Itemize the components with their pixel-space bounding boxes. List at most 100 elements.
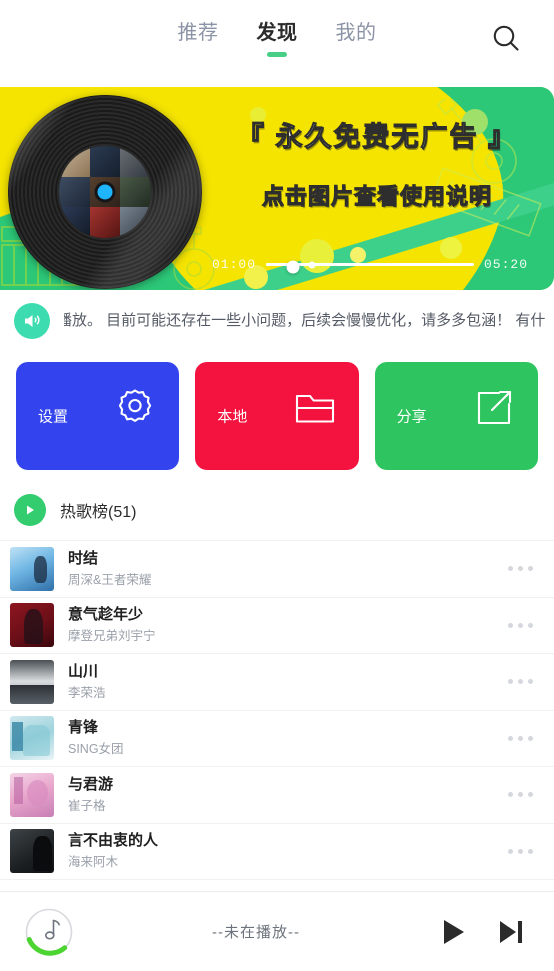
- song-list: 时结 周深&王者荣耀 意气趁年少 摩登兄弟刘宇宁 山川 李荣浩 青锋 SING女…: [0, 540, 554, 880]
- dot: [527, 679, 533, 685]
- song-title: 山川: [68, 662, 99, 680]
- mini-player-bar: --未在播放--: [0, 891, 554, 971]
- banner-title: 『 永久免费无广告 』: [236, 121, 517, 152]
- banner-dot: [440, 237, 462, 259]
- play-icon: [444, 919, 464, 944]
- player-status-text: --未在播放--: [212, 924, 300, 941]
- song-title: 意气趁年少: [68, 606, 144, 624]
- table-row[interactable]: 青锋 SING女团: [0, 710, 554, 767]
- share-card-label: 分享: [396, 408, 427, 426]
- announcement-marquee: 线播放。 目前可能还存在一些小问题，后续会慢慢优化，请多多包涵！ 有什: [64, 309, 554, 333]
- app-root: 推荐 发现 我的 『 永久免费无广告 』 点击图片查看使用说明 01:00 05…: [0, 0, 554, 971]
- song-info: 与君游 崔子格: [54, 775, 500, 815]
- dot: [527, 848, 533, 854]
- settings-card-label: 设置: [38, 408, 69, 426]
- dot: [527, 566, 533, 572]
- music-note-icon: [25, 908, 73, 956]
- player-controls: [438, 917, 532, 947]
- song-artist: 李荣浩: [68, 685, 106, 700]
- song-info: 时结 周深&王者荣耀: [54, 549, 500, 589]
- player-avatar[interactable]: [24, 907, 74, 957]
- local-card[interactable]: 本地: [195, 362, 359, 470]
- hot-chart-header: 热歌榜(51): [0, 470, 554, 540]
- share-icon: [477, 390, 512, 425]
- table-row[interactable]: 意气趁年少 摩登兄弟刘宇宁: [0, 597, 554, 654]
- dot: [507, 735, 513, 741]
- album-art: [10, 546, 54, 591]
- vinyl-record: [8, 95, 202, 289]
- dot: [517, 679, 523, 685]
- promo-banner[interactable]: 『 永久免费无广告 』 点击图片查看使用说明 01:00 05:20: [0, 87, 554, 290]
- banner-progress-track[interactable]: [266, 260, 474, 274]
- dot: [507, 679, 513, 685]
- speaker-icon: [25, 315, 40, 327]
- dot: [507, 622, 513, 628]
- tab-recommend-label: 推荐: [177, 22, 219, 44]
- song-menu-button[interactable]: [500, 566, 540, 572]
- album-art: [10, 716, 54, 761]
- folder-icon: [295, 394, 334, 423]
- album-art: [10, 603, 54, 648]
- song-artist: SING女团: [68, 742, 124, 757]
- song-title: 青锋: [68, 719, 99, 737]
- hot-chart-title: 热歌榜(51): [60, 504, 137, 521]
- dot: [527, 792, 533, 798]
- song-menu-button[interactable]: [500, 792, 540, 798]
- tab-discover[interactable]: 发现: [253, 21, 302, 57]
- song-info: 山川 李荣浩: [54, 662, 500, 702]
- dot: [527, 735, 533, 741]
- tab-mine-label: 我的: [335, 22, 377, 44]
- announcement-bar[interactable]: 线播放。 目前可能还存在一些小问题，后续会慢慢优化，请多多包涵！ 有什: [0, 290, 554, 352]
- search-icon: [493, 25, 519, 51]
- dot: [517, 566, 523, 572]
- banner-progress-thumb[interactable]: [286, 260, 300, 274]
- dot: [517, 622, 523, 628]
- top-navigation-bar: 推荐 发现 我的: [0, 0, 554, 78]
- table-row[interactable]: 言不由衷的人 海来阿木: [0, 823, 554, 880]
- song-menu-button[interactable]: [500, 679, 540, 685]
- dot: [507, 566, 513, 572]
- vinyl-spindle-hole: [97, 184, 113, 200]
- album-art: [10, 829, 54, 874]
- dot: [527, 622, 533, 628]
- song-title: 时结: [68, 549, 99, 567]
- quick-action-cards: 设置 本地 分享: [0, 352, 554, 470]
- dot: [517, 735, 523, 741]
- settings-card[interactable]: 设置: [16, 362, 180, 470]
- song-title: 言不由衷的人: [68, 832, 159, 850]
- song-artist: 崔子格: [68, 798, 106, 813]
- album-art: [10, 772, 54, 817]
- song-menu-button[interactable]: [500, 848, 540, 854]
- tab-mine[interactable]: 我的: [332, 21, 381, 57]
- song-artist: 摩登兄弟刘宇宁: [68, 629, 156, 644]
- play-button[interactable]: [438, 917, 468, 947]
- banner-progress-bar[interactable]: 01:00 05:20: [212, 257, 528, 274]
- banner-current-time: 01:00: [212, 257, 257, 272]
- active-tab-indicator: [267, 52, 287, 57]
- nav-tabs: 推荐 发现 我的: [174, 21, 381, 57]
- next-icon: [500, 920, 522, 943]
- song-artist: 海来阿木: [68, 855, 119, 870]
- song-artist: 周深&王者荣耀: [68, 572, 152, 587]
- dot: [507, 792, 513, 798]
- next-button[interactable]: [496, 917, 526, 947]
- share-card[interactable]: 分享: [374, 362, 538, 470]
- search-button[interactable]: [484, 17, 528, 61]
- album-art: [10, 659, 54, 704]
- song-info: 言不由衷的人 海来阿木: [54, 831, 500, 871]
- tab-recommend[interactable]: 推荐: [174, 21, 223, 57]
- table-row[interactable]: 时结 周深&王者荣耀: [0, 541, 554, 598]
- table-row[interactable]: 与君游 崔子格: [0, 767, 554, 824]
- dot: [517, 848, 523, 854]
- song-info: 青锋 SING女团: [54, 718, 500, 758]
- play-all-button[interactable]: [14, 494, 46, 526]
- play-icon: [27, 505, 34, 515]
- dot: [517, 792, 523, 798]
- song-title: 与君游: [68, 775, 114, 793]
- speaker-button[interactable]: [14, 303, 50, 339]
- song-menu-button[interactable]: [500, 735, 540, 741]
- table-row[interactable]: 山川 李荣浩: [0, 654, 554, 711]
- local-card-label: 本地: [217, 408, 248, 426]
- banner-progress-dot: [308, 261, 316, 268]
- song-menu-button[interactable]: [500, 622, 540, 628]
